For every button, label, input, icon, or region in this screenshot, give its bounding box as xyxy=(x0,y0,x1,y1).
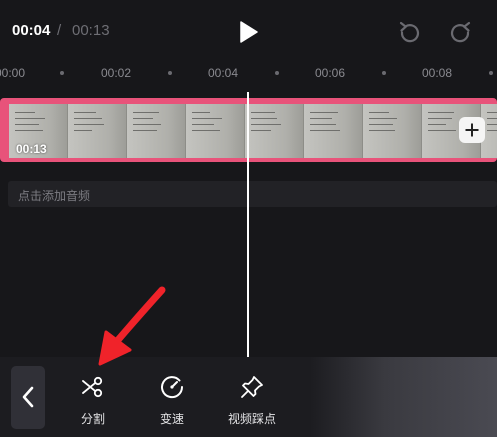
beat-sync-label: 视频踩点 xyxy=(227,412,277,426)
clip-duration: 00:13 xyxy=(16,142,47,156)
speed-button[interactable]: 变速 xyxy=(147,366,197,432)
add-clip-button[interactable] xyxy=(459,117,485,143)
ruler-tick-label: 00:08 xyxy=(421,66,453,80)
ruler-tick-dot xyxy=(275,71,279,75)
chevron-left-icon xyxy=(22,386,34,408)
red-arrow-annotation xyxy=(98,286,166,366)
clip-thumbnail xyxy=(245,104,304,158)
clip-thumbnails xyxy=(9,104,497,158)
ruler-tick-label: 00:06 xyxy=(314,66,346,80)
clip-thumbnail xyxy=(127,104,186,158)
ruler-tick-label: 00:00 xyxy=(0,66,26,80)
clip-thumbnail xyxy=(363,104,422,158)
pin-icon xyxy=(241,376,263,398)
ruler-tick-dot xyxy=(382,71,386,75)
back-button[interactable] xyxy=(11,366,45,429)
redo-icon xyxy=(450,21,471,43)
ruler-tick-label: 00:04 xyxy=(207,66,239,80)
redo-button[interactable] xyxy=(449,20,473,44)
ruler-tick-dot xyxy=(60,71,64,75)
scissors-icon xyxy=(82,376,103,398)
play-button[interactable] xyxy=(236,20,260,44)
time-separator: / xyxy=(57,22,62,39)
playhead[interactable] xyxy=(247,92,249,357)
clip-thumbnail xyxy=(304,104,363,158)
ruler-tick-dot xyxy=(489,71,493,75)
split-label: 分割 xyxy=(80,412,106,426)
ruler-tick-label: 00:02 xyxy=(100,66,132,80)
toolbar-overflow-fade xyxy=(310,357,497,437)
clip-thumbnail xyxy=(68,104,127,158)
clip-thumbnail xyxy=(186,104,245,158)
split-button[interactable]: 分割 xyxy=(68,366,118,432)
add-audio-label: 点击添加音频 xyxy=(18,189,91,203)
speed-gauge-icon xyxy=(161,376,184,399)
undo-button[interactable] xyxy=(397,20,421,44)
ruler-tick-dot xyxy=(168,71,172,75)
speed-label: 变速 xyxy=(159,412,185,426)
undo-icon xyxy=(399,21,420,43)
current-time: 00:04 xyxy=(12,22,51,39)
total-time: 00:13 xyxy=(72,22,110,39)
beat-sync-button[interactable]: 视频踩点 xyxy=(222,366,282,432)
play-icon xyxy=(240,21,258,43)
